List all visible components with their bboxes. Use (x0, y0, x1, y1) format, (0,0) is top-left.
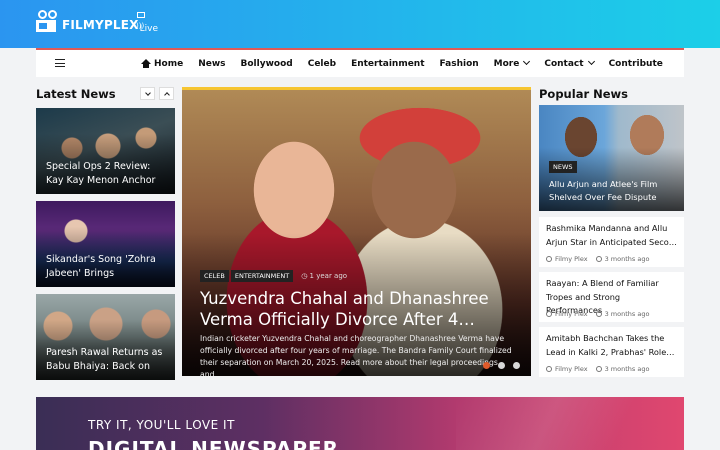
nav-item-bollywood[interactable]: Bollywood (241, 59, 293, 69)
popular-news-item[interactable]: Rashmika Mandanna and Allu Arjun Star in… (539, 217, 684, 267)
banner-subtitle: TRY IT, YOU'LL LOVE IT (88, 418, 235, 432)
latest-news-card[interactable]: Special Ops 2 Review: Kay Kay Menon Anch… (36, 108, 175, 194)
site-logo[interactable]: FILMYPLEX Live ))) (36, 10, 158, 34)
home-icon (141, 59, 151, 68)
logo-text: FILMYPLEX (62, 18, 139, 32)
news-caption: Allu Arjun and Atlee's Film Shelved Over… (549, 179, 658, 202)
nav-label: Bollywood (240, 58, 293, 69)
nav-item-news[interactable]: News (198, 59, 225, 69)
news-meta: Filmy Plex 3 months ago (546, 310, 649, 318)
user-icon (546, 256, 552, 262)
nav-item-contact[interactable]: Contact (544, 57, 595, 69)
nav-item-home[interactable]: Home (141, 59, 183, 69)
main-navigation: Home News Bollywood Celeb Entertainment … (36, 48, 684, 77)
author: Filmy Plex (555, 255, 588, 263)
tag-celeb[interactable]: CELEB (200, 270, 229, 282)
slider-dot[interactable] (498, 362, 505, 369)
tag-news[interactable]: NEWS (549, 161, 577, 173)
latest-prev-button[interactable] (159, 87, 174, 100)
news-meta: Filmy Plex 3 months ago (546, 255, 649, 263)
user-icon (546, 311, 552, 317)
nav-label: Contribute (608, 58, 663, 69)
nav-label: Home (154, 58, 184, 69)
user-icon (546, 366, 552, 372)
popular-news-item[interactable]: Raayan: A Blend of Familiar Tropes and S… (539, 272, 684, 322)
featured-title[interactable]: Yuzvendra Chahal and Dhanashree Verma Of… (200, 288, 509, 330)
promo-banner[interactable]: TRY IT, YOU'LL LOVE IT DIGITAL NEWSPAPER (36, 397, 684, 450)
nav-item-entertainment[interactable]: Entertainment (351, 59, 424, 69)
article-tags: CELEB ENTERTAINMENT ◷ 1 year ago (200, 270, 347, 282)
nav-item-fashion[interactable]: Fashion (440, 59, 479, 69)
time: 3 months ago (604, 365, 650, 373)
nav-label: Contact (544, 58, 584, 69)
popular-news-item[interactable]: Amitabh Bachchan Takes the Lead in Kalki… (539, 327, 684, 377)
chevron-up-icon (164, 92, 170, 98)
latest-next-button[interactable] (140, 87, 155, 100)
nav-item-contribute[interactable]: Contribute (609, 59, 663, 69)
article-time: ◷ 1 year ago (301, 272, 348, 280)
slider-dots (483, 362, 528, 369)
hamburger-menu-icon[interactable] (55, 59, 65, 67)
mail-icon (137, 12, 145, 18)
author: Filmy Plex (555, 365, 588, 373)
featured-slider[interactable]: CELEB ENTERTAINMENT ◷ 1 year ago Yuzvend… (182, 87, 531, 376)
news-meta: Filmy Plex 3 months ago (546, 365, 649, 373)
nav-label: Fashion (439, 58, 479, 69)
nav-label: More (493, 58, 520, 69)
nav-menu: Home News Bollywood Celeb Entertainment … (141, 50, 678, 77)
latest-news-card[interactable]: Sikandar's Song 'Zohra Jabeen' Brings (36, 201, 175, 287)
news-title: Amitabh Bachchan Takes the Lead in Kalki… (546, 333, 675, 357)
author: Filmy Plex (555, 310, 588, 318)
nav-label: News (198, 58, 226, 69)
slider-dot[interactable] (513, 362, 520, 369)
time-text: 1 year ago (309, 272, 348, 280)
chevron-down-icon (587, 57, 595, 66)
news-title: Rashmika Mandanna and Allu Arjun Star in… (546, 223, 677, 247)
chevron-down-icon (145, 90, 151, 96)
film-camera-icon (36, 10, 60, 32)
popular-featured-card[interactable]: NEWS Allu Arjun and Atlee's Film Shelved… (539, 105, 684, 211)
news-caption: Sikandar's Song 'Zohra Jabeen' Brings (46, 254, 156, 279)
nav-item-celeb[interactable]: Celeb (308, 59, 336, 69)
news-caption: Paresh Rawal Returns as Babu Bhaiya: Bac… (46, 347, 163, 372)
nav-label: Entertainment (351, 58, 425, 69)
nav-label: Celeb (307, 58, 337, 69)
featured-description: Indian cricketer Yuzvendra Chahal and ch… (200, 334, 512, 376)
clock-icon (595, 256, 602, 262)
news-caption: Special Ops 2 Review: Kay Kay Menon Anch… (46, 161, 156, 186)
chevron-down-icon (523, 57, 531, 66)
banner-title: DIGITAL NEWSPAPER (88, 437, 340, 450)
tag-entertainment[interactable]: ENTERTAINMENT (230, 270, 294, 282)
clock-icon (595, 311, 602, 317)
time: 3 months ago (604, 310, 650, 318)
slider-dot[interactable] (483, 362, 490, 369)
clock-icon (595, 366, 602, 372)
site-header: FILMYPLEX Live ))) (0, 0, 720, 48)
popular-news-heading: Popular News (539, 87, 629, 101)
nav-item-more[interactable]: More (493, 57, 531, 69)
latest-news-heading: Latest News (36, 87, 116, 101)
time: 3 months ago (604, 255, 650, 263)
latest-news-card[interactable]: Paresh Rawal Returns as Babu Bhaiya: Bac… (36, 294, 175, 380)
signal-icon: ))) (136, 22, 145, 30)
